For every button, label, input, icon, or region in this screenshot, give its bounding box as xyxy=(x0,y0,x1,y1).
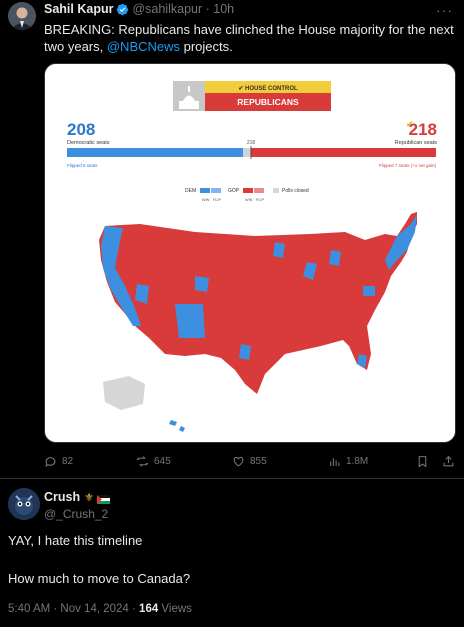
flag-emoji-icon xyxy=(97,493,110,504)
more-options-icon[interactable]: ··· xyxy=(436,2,453,18)
heart-icon xyxy=(233,456,244,467)
rep-flipped-label: Flipped 7 seats (+1 net gain) xyxy=(379,163,437,168)
share-button[interactable] xyxy=(442,455,460,468)
legend-flip-dem: FLIP xyxy=(213,198,221,202)
michigan-dem xyxy=(329,250,341,266)
reply-author-avatar[interactable] xyxy=(8,488,40,520)
reply-text-line-1: YAY, I hate this timeline xyxy=(8,533,143,548)
tweet-text-suffix: projects. xyxy=(180,39,233,54)
tweet-time[interactable]: 10h xyxy=(213,2,234,16)
verified-badge-icon xyxy=(116,3,129,16)
crown-emoji-icon: ⚜ xyxy=(84,491,94,504)
reply-views-label: Views xyxy=(158,603,192,615)
repost-count: 645 xyxy=(154,456,171,467)
dem-seat-count: 208 xyxy=(67,120,95,139)
dem-flipped-label: Flipped 6 seats xyxy=(67,163,98,168)
colorado-dem xyxy=(195,276,209,292)
bookmark-button[interactable] xyxy=(416,455,434,468)
undecided-seat-bar xyxy=(243,148,251,157)
legend-win-dem: WIN xyxy=(202,198,210,202)
reply-author-handle[interactable]: @_Crush_2 xyxy=(44,507,108,521)
house-control-graphic: ✔ HOUSE CONTROL REPUBLICANS 208 Democrat… xyxy=(45,64,455,442)
divider xyxy=(0,478,464,479)
majority-mark-label: 218 xyxy=(247,140,256,146)
bookmark-icon xyxy=(418,456,427,468)
separator-dot: · xyxy=(202,2,214,16)
repost-icon xyxy=(136,456,149,467)
author-avatar[interactable] xyxy=(8,2,36,30)
views-chart-icon xyxy=(330,458,340,466)
author-handle[interactable]: @sahilkapur xyxy=(132,2,202,16)
reply-header: Crush ⚜ xyxy=(44,490,110,504)
tweet-media-image[interactable]: ✔ HOUSE CONTROL REPUBLICANS 208 Democrat… xyxy=(44,63,456,443)
new-mexico-dem xyxy=(175,304,205,338)
views-count: 1.8M xyxy=(346,456,369,467)
reply-metadata: 5:40 AM · Nov 14, 2024 · 164 Views xyxy=(8,603,192,615)
views-button[interactable]: 1.8M xyxy=(328,455,368,468)
dem-seat-bar xyxy=(67,148,243,157)
rep-seat-label: Republican seats xyxy=(395,140,437,146)
repost-button[interactable]: 645 xyxy=(136,455,171,468)
reply-button[interactable]: 82 xyxy=(44,455,73,468)
virginia-dem xyxy=(363,286,375,296)
reply-text-line-2: How much to move to Canada? xyxy=(8,571,191,586)
author-name[interactable]: Sahil Kapur xyxy=(44,2,113,16)
tweet-text: BREAKING: Republicans have clinched the … xyxy=(44,21,456,55)
reply-timestamp[interactable]: 5:40 AM · Nov 14, 2024 · xyxy=(8,603,139,615)
house-control-banner: ✔ HOUSE CONTROL REPUBLICANS xyxy=(173,81,331,111)
tweet-actions: 82 645 855 1.8M xyxy=(44,455,458,471)
dem-seat-label: Democratic seats xyxy=(67,140,110,146)
reply-icon xyxy=(45,457,56,467)
legend-closed: Polls closed xyxy=(282,188,309,194)
reply-count: 82 xyxy=(62,456,74,467)
legend-dem: DEM xyxy=(185,188,196,194)
like-count: 855 xyxy=(250,456,267,467)
minnesota-dem xyxy=(273,242,285,258)
banner-top-text: ✔ HOUSE CONTROL xyxy=(238,86,298,92)
texas-dem xyxy=(239,344,251,360)
reply-views-count: 164 xyxy=(139,603,159,615)
tweet-header: Sahil Kapur @sahilkapur · 10h xyxy=(44,2,234,16)
legend-win-gop: WIN xyxy=(245,198,253,202)
rep-seat-count: 218 xyxy=(409,120,437,139)
like-button[interactable]: 855 xyxy=(232,455,267,468)
tweet-text-prefix: BREAKING: Republicans have clinched the … xyxy=(44,22,454,54)
legend-gop: GOP xyxy=(228,188,240,194)
legend-flip-gop: FLIP xyxy=(256,198,264,202)
share-icon xyxy=(443,455,454,467)
reply-author-name[interactable]: Crush xyxy=(44,490,80,504)
banner-main-text: REPUBLICANS xyxy=(237,97,299,107)
mention-link[interactable]: @NBCNews xyxy=(107,39,180,54)
